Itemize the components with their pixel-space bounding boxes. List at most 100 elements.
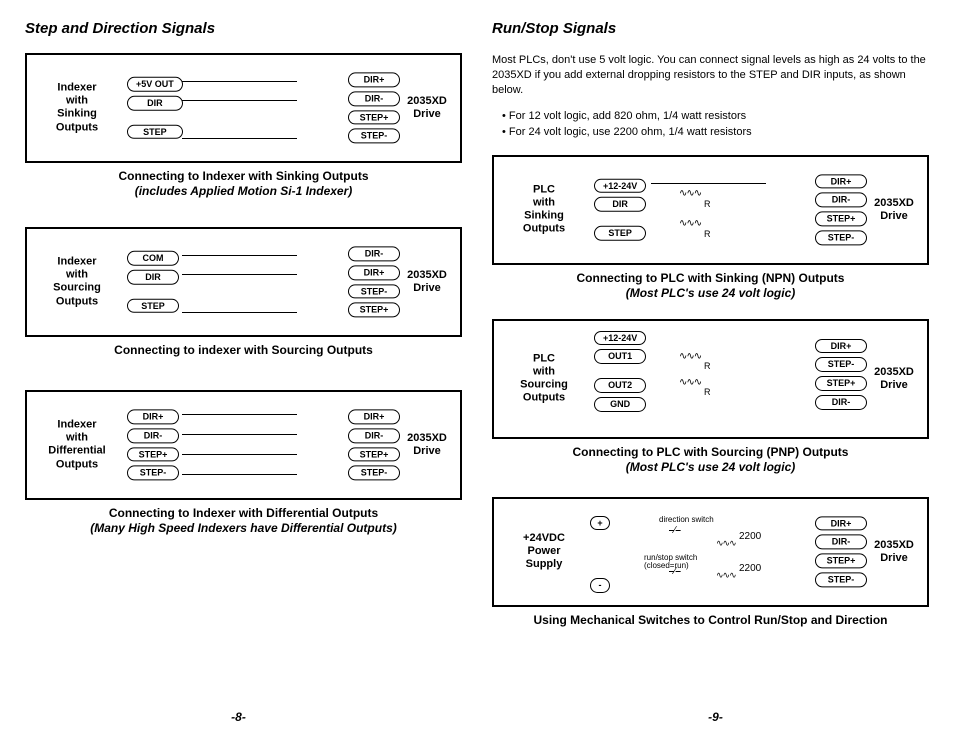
terminal: DIR+: [815, 174, 867, 189]
resistor-symbol: ∿∿∿: [716, 571, 736, 580]
caption-main: Connecting to indexer with Sourcing Outp…: [114, 343, 373, 357]
terminal: STEP-: [127, 466, 179, 481]
terminal: STEP-: [348, 129, 400, 144]
diagram-caption: Connecting to indexer with Sourcing Outp…: [25, 343, 462, 358]
terminal: STEP-: [815, 357, 867, 372]
left-column: Step and Direction Signals Indexer with …: [25, 20, 462, 646]
resistor-label: R: [704, 229, 711, 239]
resistor-value: 2200: [739, 563, 761, 574]
resistor-symbol: ∿∿∿: [679, 219, 701, 229]
terminal: +: [590, 516, 610, 531]
right-device-label: 2035XD Drive: [402, 95, 452, 121]
caption-main: Connecting to Indexer with Sinking Outpu…: [119, 169, 369, 183]
diagram-caption: Connecting to Indexer with Sinking Outpu…: [25, 169, 462, 199]
terminal: STEP-: [348, 284, 400, 299]
right-device-label: 2035XD Drive: [402, 432, 452, 458]
resistor-value: 2200: [739, 531, 761, 542]
terminal: DIR-: [127, 428, 179, 443]
terminal: DIR: [127, 270, 179, 285]
right-terminals: DIR- DIR+ STEP- STEP+: [348, 246, 400, 317]
terminal: STEP+: [815, 376, 867, 391]
resistor-symbol: ∿∿∿: [679, 378, 701, 388]
diagram-caption: Using Mechanical Switches to Control Run…: [492, 613, 929, 628]
right-device-label: 2035XD Drive: [402, 269, 452, 295]
terminal: +5V OUT: [127, 77, 183, 92]
switch-symbol: ⎯∕⎯: [669, 567, 681, 577]
diagram-caption: Connecting to PLC with Sourcing (PNP) Ou…: [492, 445, 929, 475]
bullet-list: • For 12 volt logic, add 820 ohm, 1/4 wa…: [502, 108, 929, 141]
terminal: GND: [594, 397, 646, 412]
terminal: DIR: [127, 96, 183, 111]
intro-paragraph: Most PLCs, don't use 5 volt logic. You c…: [492, 53, 929, 98]
terminal: STEP+: [348, 110, 400, 125]
right-device-label: 2035XD Drive: [869, 196, 919, 222]
left-terminals: +5V OUT DIR STEP: [127, 77, 183, 139]
left-device-label: Indexer with Sinking Outputs: [37, 82, 117, 135]
terminal: STEP: [127, 124, 183, 139]
caption-main: Connecting to Indexer with Differential …: [109, 506, 378, 520]
left-terminals: DIR+ DIR- STEP+ STEP-: [127, 409, 179, 480]
left-device-label: PLC with Sinking Outputs: [504, 183, 584, 236]
terminal: DIR+: [348, 265, 400, 280]
switch-symbol: ⎯∕⎯: [669, 526, 681, 536]
terminal: STEP+: [348, 303, 400, 318]
bullet-item: For 12 volt logic, add 820 ohm, 1/4 watt…: [509, 110, 746, 122]
terminal: DIR-: [815, 535, 867, 550]
diagram-differential-indexer: Indexer with Differential Outputs DIR+ D…: [25, 390, 462, 536]
diagram-caption: Connecting to PLC with Sinking (NPN) Out…: [492, 271, 929, 301]
right-terminals: DIR+ DIR- STEP+ STEP-: [348, 72, 400, 143]
right-terminals: DIR+ DIR- STEP+ STEP-: [348, 409, 400, 480]
right-terminals: DIR+ DIR- STEP+ STEP-: [815, 516, 867, 587]
terminal: STEP+: [127, 447, 179, 462]
left-device-label: Indexer with Differential Outputs: [37, 419, 117, 472]
terminal: +12-24V: [594, 331, 646, 346]
bullet-item: For 24 volt logic, use 2200 ohm, 1/4 wat…: [509, 126, 752, 138]
switch-annotation: direction switch: [659, 516, 714, 524]
diagram-caption: Connecting to Indexer with Differential …: [25, 506, 462, 536]
caption-main: Connecting to PLC with Sourcing (PNP) Ou…: [573, 445, 849, 459]
caption-sub: (Most PLC's use 24 volt logic): [626, 460, 796, 474]
terminal: STEP: [127, 298, 179, 313]
terminal: COM: [127, 251, 179, 266]
left-terminals: +12-24V OUT1 OUT2 GND: [594, 331, 646, 412]
terminal: STEP-: [815, 572, 867, 587]
terminal: DIR-: [815, 395, 867, 410]
resistor-symbol: ∿∿∿: [679, 352, 701, 362]
terminal: DIR+: [348, 72, 400, 87]
terminal: -: [590, 578, 610, 593]
caption-sub: (Many High Speed Indexers have Different…: [90, 521, 397, 535]
diagram-sinking-indexer: Indexer with Sinking Outputs +5V OUT DIR…: [25, 53, 462, 199]
left-terminals: +12-24V DIR STEP: [594, 178, 646, 240]
left-device-label: PLC with Sourcing Outputs: [504, 352, 584, 405]
terminal: OUT2: [594, 378, 646, 393]
caption-sub: (Most PLC's use 24 volt logic): [626, 286, 796, 300]
left-terminals: + -: [590, 516, 610, 594]
right-device-label: 2035XD Drive: [869, 365, 919, 391]
caption-sub: (includes Applied Motion Si-1 Indexer): [135, 184, 353, 198]
terminal: +12-24V: [594, 178, 646, 193]
terminal: OUT1: [594, 349, 646, 364]
right-device-label: 2035XD Drive: [869, 538, 919, 564]
terminal: STEP+: [348, 447, 400, 462]
resistor-label: R: [704, 361, 711, 371]
terminal: DIR+: [815, 339, 867, 354]
diagram-sourcing-indexer: Indexer with Sourcing Outputs COM DIR ST…: [25, 227, 462, 358]
terminal: DIR-: [815, 193, 867, 208]
terminal: DIR-: [348, 91, 400, 106]
terminal: DIR-: [348, 428, 400, 443]
caption-main: Using Mechanical Switches to Control Run…: [533, 613, 887, 627]
resistor-symbol: ∿∿∿: [679, 189, 701, 199]
diagram-mechanical-switches: +24VDC Power Supply + - DIR+ DIR- STEP+ …: [492, 497, 929, 628]
terminal: DIR+: [348, 409, 400, 424]
right-column: Run/Stop Signals Most PLCs, don't use 5 …: [492, 20, 929, 646]
page-number-left: -8-: [0, 710, 477, 724]
left-device-label: Indexer with Sourcing Outputs: [37, 256, 117, 309]
right-heading: Run/Stop Signals: [492, 20, 929, 37]
caption-main: Connecting to PLC with Sinking (NPN) Out…: [577, 271, 845, 285]
left-heading: Step and Direction Signals: [25, 20, 462, 37]
terminal: STEP-: [348, 466, 400, 481]
right-terminals: DIR+ DIR- STEP+ STEP-: [815, 174, 867, 245]
terminal: STEP+: [815, 212, 867, 227]
page-footer: -8- -9-: [0, 710, 954, 724]
resistor-label: R: [704, 387, 711, 397]
